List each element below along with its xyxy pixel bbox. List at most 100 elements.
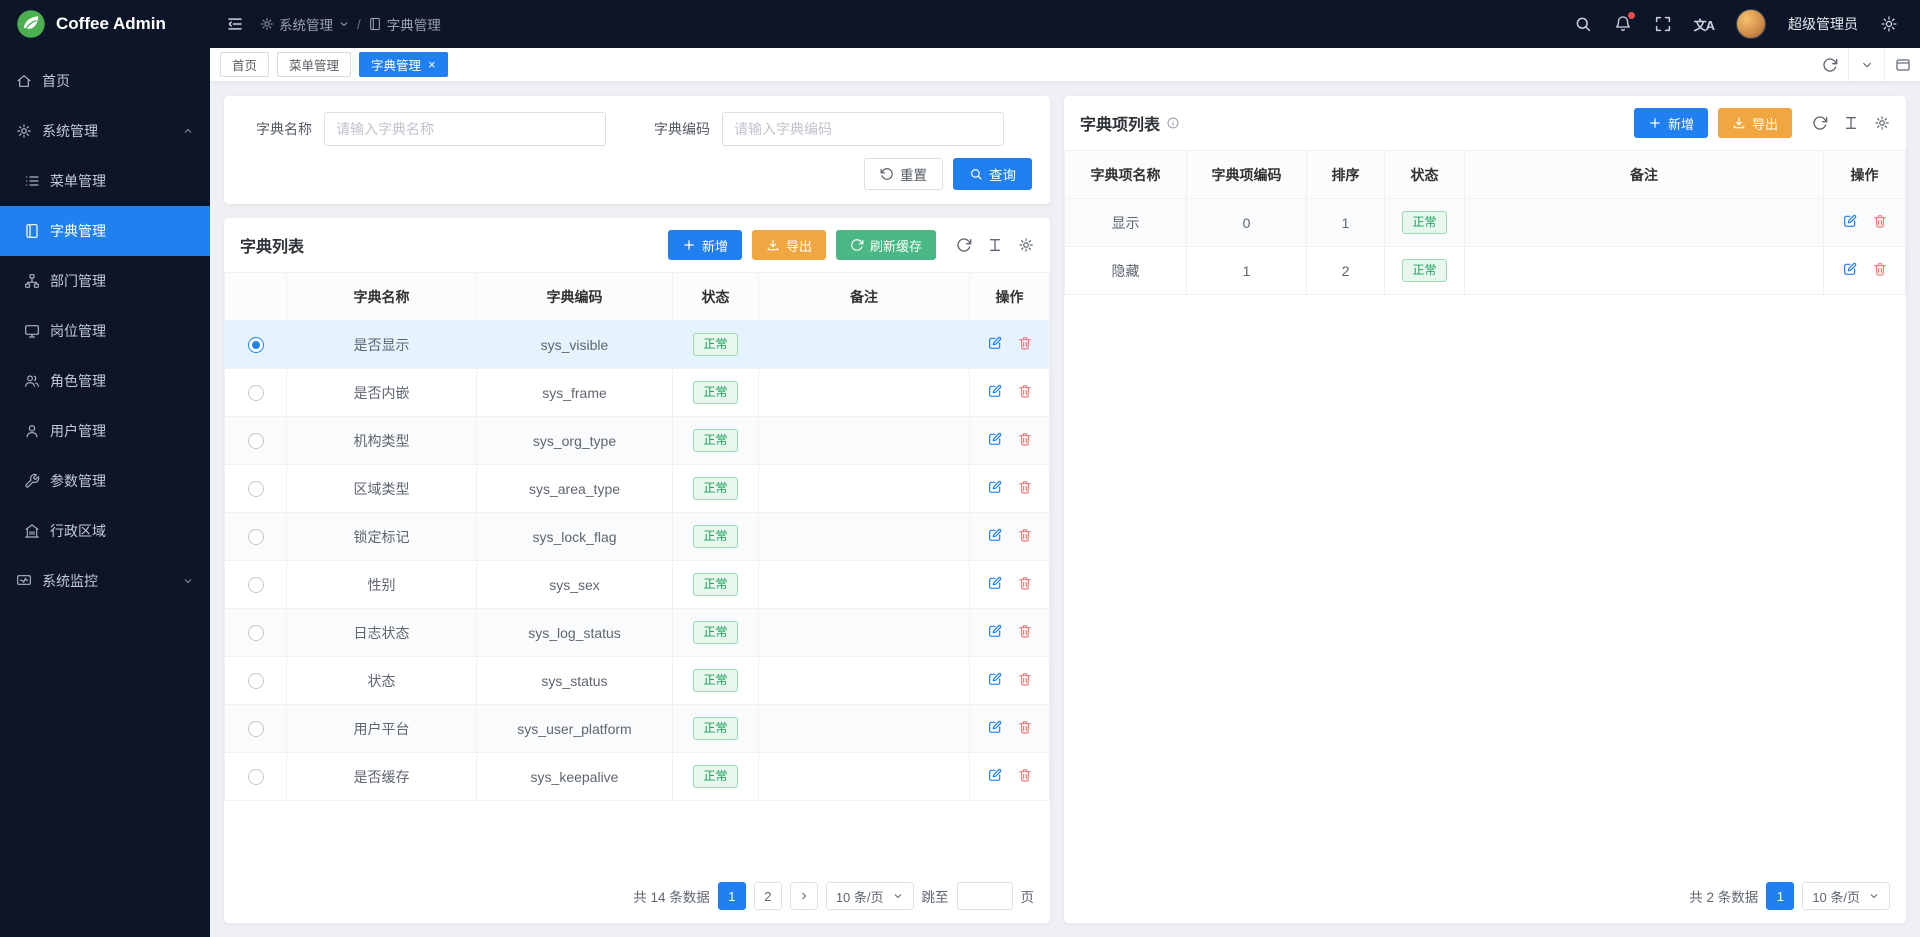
delete-icon[interactable] — [1017, 383, 1033, 399]
page-button-1[interactable]: 1 — [1766, 882, 1794, 910]
table-row[interactable]: 隐藏 1 2 正常 — [1065, 247, 1906, 295]
user-name[interactable]: 超级管理员 — [1788, 14, 1858, 34]
edit-icon[interactable] — [987, 623, 1003, 639]
info-icon[interactable] — [1166, 116, 1180, 130]
dict-name-cell: 是否显示 — [287, 321, 477, 369]
delete-icon[interactable] — [1017, 671, 1033, 687]
sidebar-item-user-mgmt[interactable]: 用户管理 — [0, 406, 210, 456]
sidebar-item-menu-mgmt[interactable]: 菜单管理 — [0, 156, 210, 206]
export-dict-button[interactable]: 导出 — [752, 230, 826, 260]
edit-icon[interactable] — [987, 383, 1003, 399]
delete-icon[interactable] — [1872, 213, 1888, 229]
tab-menu-mgmt[interactable]: 菜单管理 — [277, 52, 351, 77]
page-button-2[interactable]: 2 — [754, 882, 782, 910]
edit-icon[interactable] — [987, 671, 1003, 687]
column-settings-gear-icon[interactable] — [1018, 237, 1034, 253]
table-row[interactable]: 状态 sys_status 正常 — [225, 657, 1050, 705]
tab-options-chevron-icon[interactable] — [1848, 48, 1884, 81]
collapse-sidebar-icon[interactable] — [226, 15, 244, 33]
row-radio[interactable] — [248, 625, 264, 641]
refresh-table-icon[interactable] — [956, 237, 972, 253]
delete-icon[interactable] — [1017, 527, 1033, 543]
edit-icon[interactable] — [987, 335, 1003, 351]
delete-icon[interactable] — [1017, 767, 1033, 783]
delete-icon[interactable] — [1017, 479, 1033, 495]
page-size-select[interactable]: 10 条/页 — [826, 882, 914, 910]
settings-gear-icon[interactable] — [1880, 15, 1898, 33]
close-tab-icon[interactable]: × — [428, 58, 436, 71]
next-page-button[interactable] — [790, 882, 818, 910]
sidebar-group-system[interactable]: 系统管理 — [0, 106, 210, 156]
row-radio[interactable] — [248, 481, 264, 497]
fullscreen-icon[interactable] — [1654, 15, 1672, 33]
density-icon[interactable] — [1843, 115, 1859, 131]
dict-code-label: 字典编码 — [640, 119, 710, 139]
refresh-table-icon[interactable] — [1812, 115, 1828, 131]
sidebar-group-monitor[interactable]: 系统监控 — [0, 556, 210, 606]
table-row[interactable]: 是否缓存 sys_keepalive 正常 — [225, 753, 1050, 801]
refresh-page-icon[interactable] — [1812, 48, 1848, 81]
row-radio[interactable] — [248, 673, 264, 689]
edit-icon[interactable] — [987, 431, 1003, 447]
edit-icon[interactable] — [1842, 261, 1858, 277]
dict-name-input[interactable] — [324, 112, 606, 146]
reset-button[interactable]: 重置 — [864, 158, 943, 190]
page-size-select[interactable]: 10 条/页 — [1802, 882, 1890, 910]
delete-icon[interactable] — [1017, 575, 1033, 591]
sidebar-item-dict-mgmt[interactable]: 字典管理 — [0, 206, 210, 256]
table-row[interactable]: 用户平台 sys_user_platform 正常 — [225, 705, 1050, 753]
table-row[interactable]: 是否显示 sys_visible 正常 — [225, 321, 1050, 369]
sidebar-item-home[interactable]: 首页 — [0, 56, 210, 106]
row-radio[interactable] — [248, 337, 264, 353]
edit-icon[interactable] — [987, 575, 1003, 591]
delete-icon[interactable] — [1017, 719, 1033, 735]
search-icon[interactable] — [1574, 15, 1592, 33]
tab-dict-mgmt[interactable]: 字典管理 × — [359, 52, 448, 77]
table-row[interactable]: 日志状态 sys_log_status 正常 — [225, 609, 1050, 657]
delete-icon[interactable] — [1017, 431, 1033, 447]
notification-bell[interactable] — [1614, 15, 1632, 33]
row-radio[interactable] — [248, 385, 264, 401]
content-fullscreen-icon[interactable] — [1884, 48, 1920, 81]
add-dict-item-button[interactable]: 新增 — [1634, 108, 1708, 138]
export-dict-item-button[interactable]: 导出 — [1718, 108, 1792, 138]
row-radio[interactable] — [248, 769, 264, 785]
breadcrumb-system[interactable]: 系统管理 — [260, 14, 350, 34]
column-header: 备注 — [1465, 151, 1824, 199]
delete-icon[interactable] — [1872, 261, 1888, 277]
density-icon[interactable] — [987, 237, 1003, 253]
sidebar-item-role-mgmt[interactable]: 角色管理 — [0, 356, 210, 406]
delete-icon[interactable] — [1017, 623, 1033, 639]
edit-icon[interactable] — [987, 479, 1003, 495]
edit-icon[interactable] — [987, 767, 1003, 783]
table-row[interactable]: 显示 0 1 正常 — [1065, 199, 1906, 247]
row-radio[interactable] — [248, 721, 264, 737]
translate-icon[interactable]: 文A — [1694, 15, 1714, 34]
edit-icon[interactable] — [1842, 213, 1858, 229]
table-row[interactable]: 性别 sys_sex 正常 — [225, 561, 1050, 609]
user-avatar[interactable] — [1736, 9, 1766, 39]
dict-name-cell: 机构类型 — [287, 417, 477, 465]
sidebar-item-post-mgmt[interactable]: 岗位管理 — [0, 306, 210, 356]
jump-page-input[interactable] — [957, 882, 1013, 910]
table-row[interactable]: 锁定标记 sys_lock_flag 正常 — [225, 513, 1050, 561]
delete-icon[interactable] — [1017, 335, 1033, 351]
sidebar-item-dept-mgmt[interactable]: 部门管理 — [0, 256, 210, 306]
sidebar-item-param-mgmt[interactable]: 参数管理 — [0, 456, 210, 506]
add-dict-button[interactable]: 新增 — [668, 230, 742, 260]
row-radio[interactable] — [248, 433, 264, 449]
page-button-1[interactable]: 1 — [718, 882, 746, 910]
table-row[interactable]: 区域类型 sys_area_type 正常 — [225, 465, 1050, 513]
refresh-cache-button[interactable]: 刷新缓存 — [836, 230, 936, 260]
row-radio[interactable] — [248, 577, 264, 593]
sidebar-item-region-mgmt[interactable]: 行政区域 — [0, 506, 210, 556]
edit-icon[interactable] — [987, 527, 1003, 543]
tab-home[interactable]: 首页 — [220, 52, 269, 77]
dict-code-input[interactable] — [722, 112, 1004, 146]
query-button[interactable]: 查询 — [953, 158, 1032, 190]
row-radio[interactable] — [248, 529, 264, 545]
column-settings-gear-icon[interactable] — [1874, 115, 1890, 131]
table-row[interactable]: 机构类型 sys_org_type 正常 — [225, 417, 1050, 465]
edit-icon[interactable] — [987, 719, 1003, 735]
table-row[interactable]: 是否内嵌 sys_frame 正常 — [225, 369, 1050, 417]
